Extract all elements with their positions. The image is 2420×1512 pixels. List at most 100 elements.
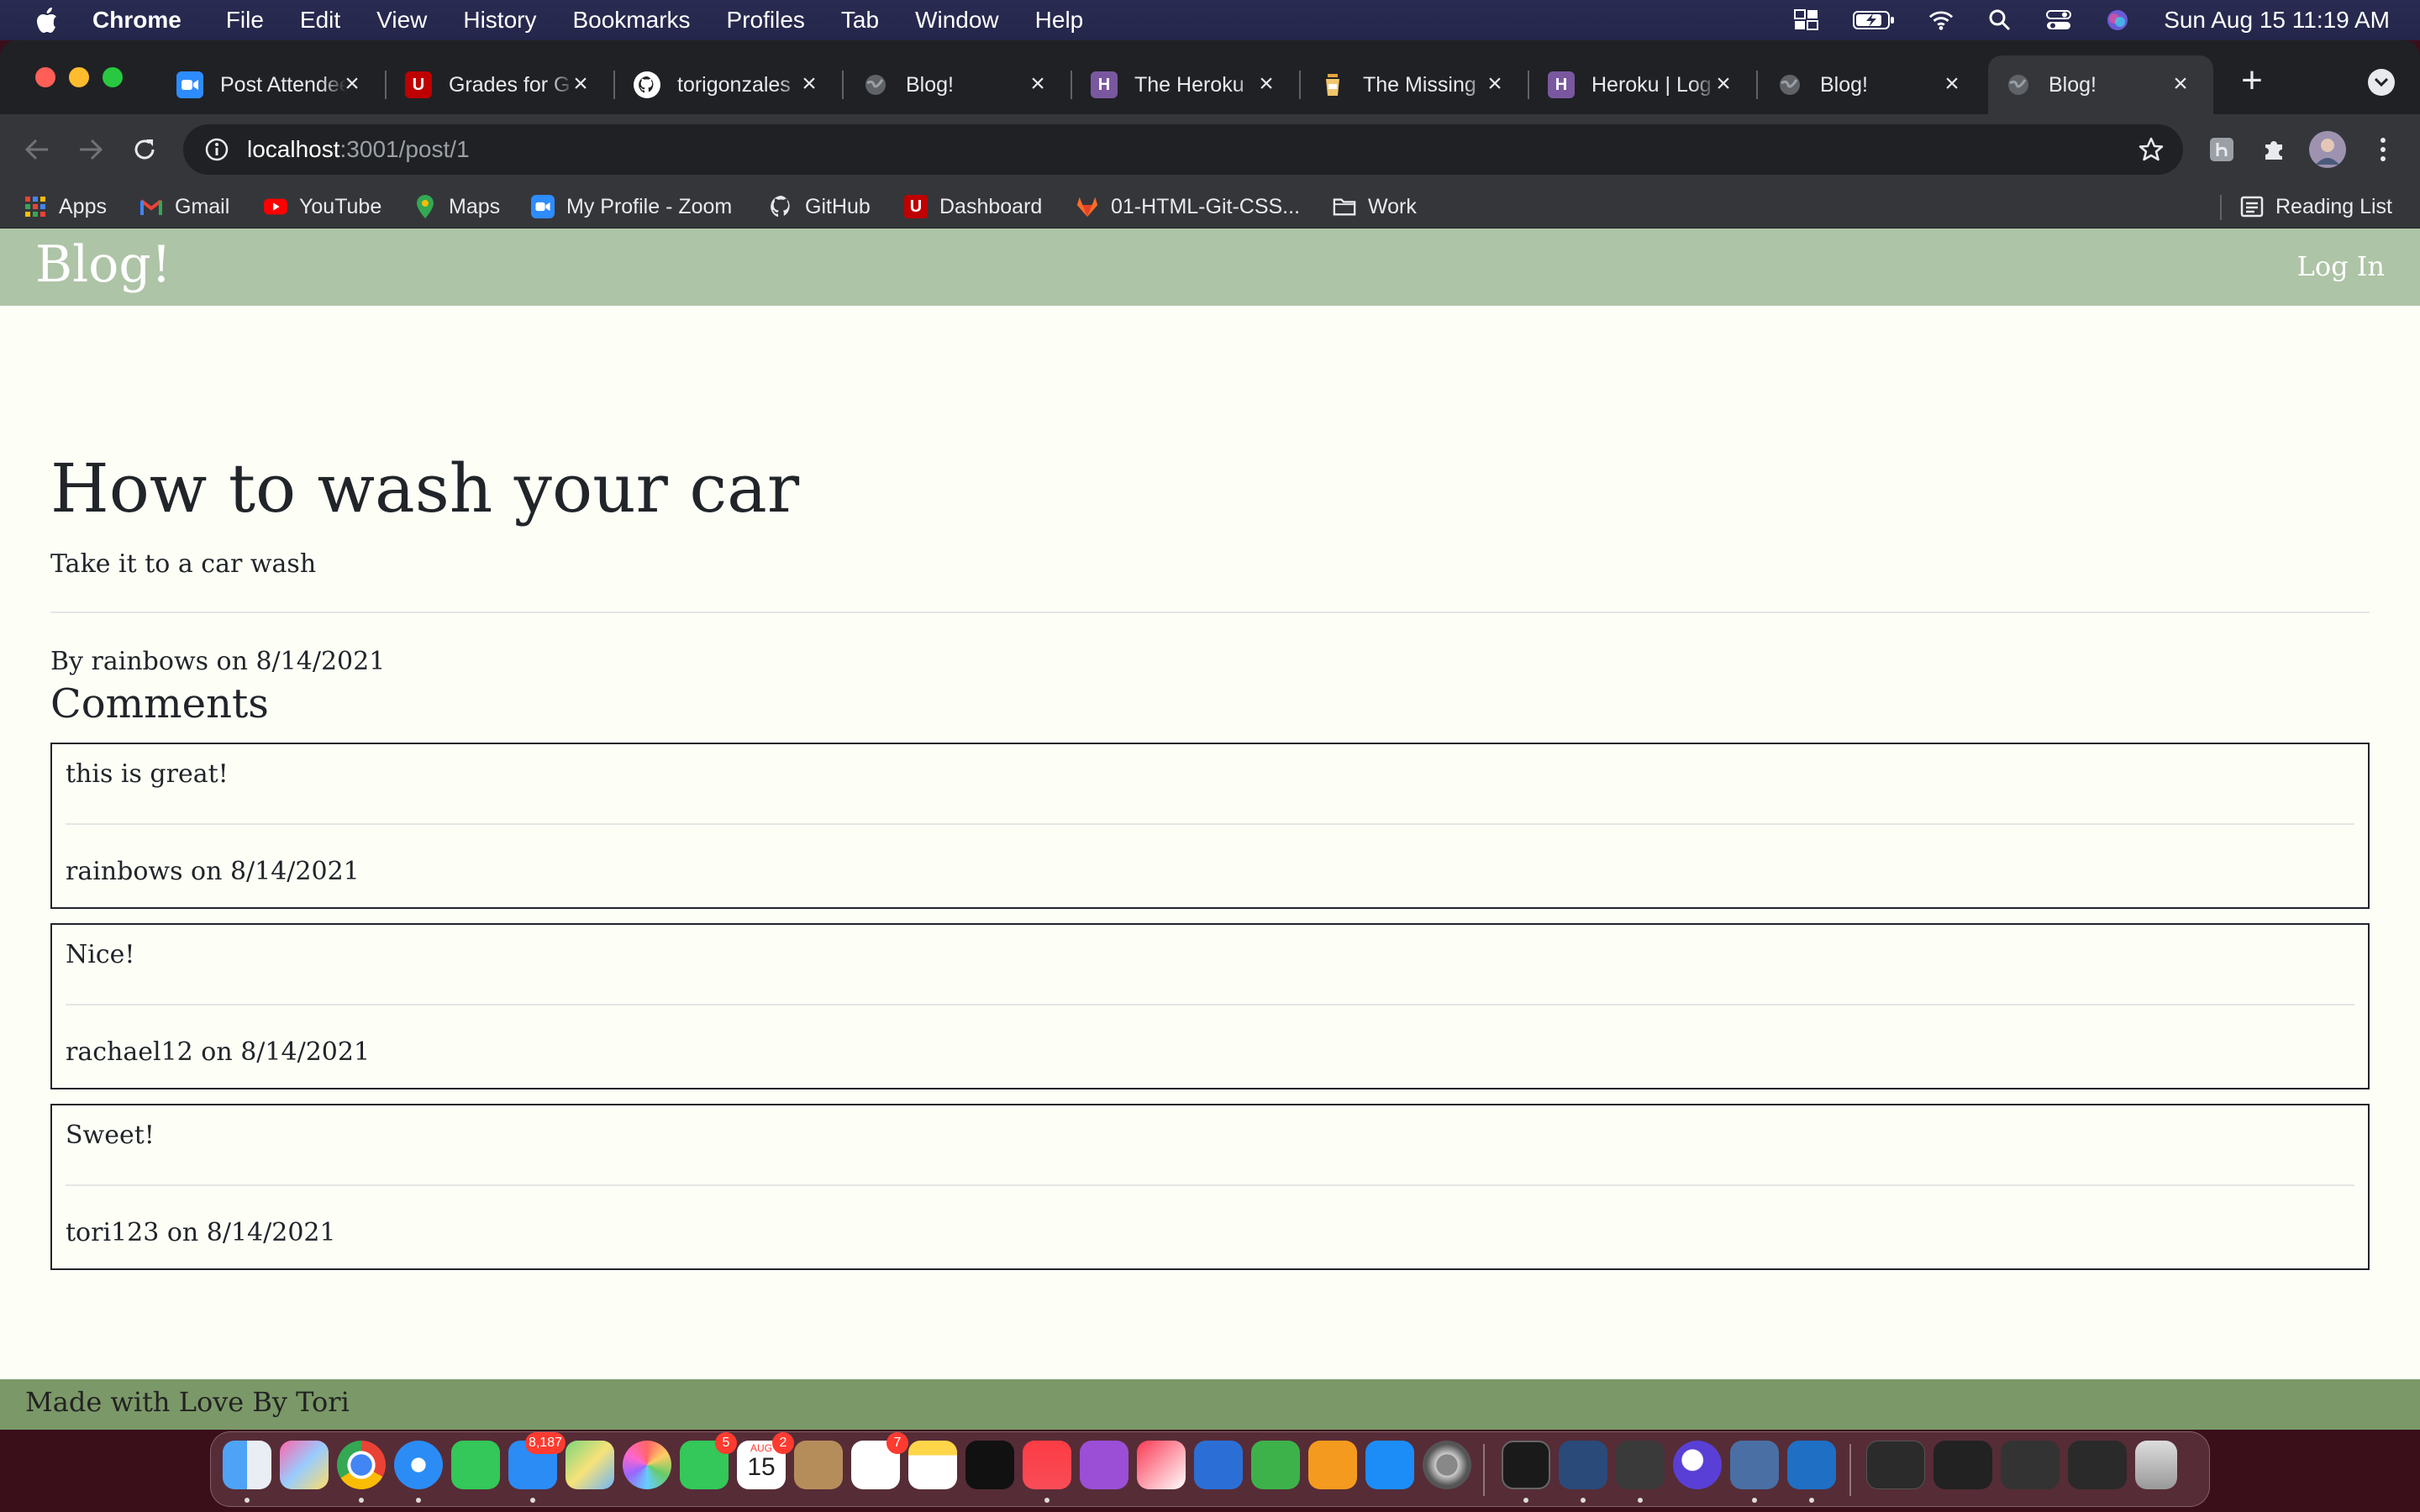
bookmark-folder-work[interactable]: Work: [1333, 192, 1417, 222]
menu-help[interactable]: Help: [1035, 7, 1084, 34]
tab-heroku[interactable]: H The Heroku ×: [1074, 55, 1301, 114]
reading-list-icon: [2240, 195, 2264, 218]
photos-icon[interactable]: [623, 1441, 671, 1489]
menu-view[interactable]: View: [376, 7, 427, 34]
menu-chrome[interactable]: Chrome: [92, 7, 182, 34]
close-tab-icon[interactable]: ×: [1484, 71, 1506, 97]
eclipse-icon[interactable]: [1673, 1441, 1722, 1489]
numbers-icon[interactable]: [1251, 1441, 1300, 1489]
notes-icon[interactable]: [908, 1441, 957, 1489]
minimized-window-thumbnail[interactable]: [2068, 1441, 2127, 1489]
mysql-workbench-icon[interactable]: [1559, 1441, 1607, 1489]
window-minimize-button[interactable]: [69, 67, 89, 87]
site-brand-link[interactable]: Blog!: [35, 235, 171, 294]
siri-icon[interactable]: [2105, 8, 2130, 32]
forward-arrow-icon[interactable]: [72, 131, 109, 168]
menu-history[interactable]: History: [463, 7, 536, 34]
safari-icon[interactable]: [394, 1441, 443, 1489]
profile-avatar[interactable]: [2309, 131, 2346, 168]
tab-post-attendee[interactable]: Post Attendee ×: [160, 55, 387, 114]
chrome-icon[interactable]: [337, 1441, 386, 1489]
news-icon[interactable]: [1137, 1441, 1186, 1489]
minimized-window-thumbnail[interactable]: [1933, 1441, 1992, 1489]
close-tab-icon[interactable]: ×: [570, 71, 592, 97]
postman-icon[interactable]: [1616, 1441, 1665, 1489]
app-store-icon[interactable]: [1365, 1441, 1414, 1489]
bookmark-star-icon[interactable]: [2138, 136, 2165, 163]
finder-icon[interactable]: [223, 1441, 271, 1489]
zoom-icon: [176, 71, 203, 98]
menu-profiles[interactable]: Profiles: [727, 7, 805, 34]
calendar-icon[interactable]: 15 2 AUG: [737, 1432, 794, 1489]
facetime-icon[interactable]: 5: [680, 1432, 737, 1489]
tab-heroku-login[interactable]: H Heroku | Log ×: [1531, 55, 1758, 114]
bookmark-youtube[interactable]: YouTube: [264, 192, 381, 222]
bookmark-gitlab[interactable]: 01-HTML-Git-CSS...: [1076, 192, 1300, 222]
messages-icon[interactable]: [451, 1441, 500, 1489]
music-icon[interactable]: [1023, 1441, 1071, 1489]
system-preferences-icon[interactable]: [1423, 1441, 1471, 1489]
menu-edit[interactable]: Edit: [300, 7, 340, 34]
new-tab-button[interactable]: +: [2235, 62, 2269, 99]
bookmark-maps[interactable]: Maps: [413, 192, 500, 222]
tab-blog-active[interactable]: Blog! ×: [1988, 55, 2213, 114]
control-center-icon[interactable]: [2046, 8, 2072, 32]
apple-tv-icon[interactable]: [965, 1441, 1014, 1489]
mail-icon[interactable]: 8,187: [508, 1432, 566, 1489]
tab-grades[interactable]: U Grades for G ×: [388, 55, 615, 114]
close-tab-icon[interactable]: ×: [798, 71, 820, 97]
back-arrow-icon[interactable]: [18, 131, 55, 168]
bookmark-github[interactable]: GitHub: [770, 192, 871, 222]
battery-icon[interactable]: [1853, 8, 1895, 32]
address-bar[interactable]: localhost:3001/post/1: [183, 124, 2183, 175]
podcasts-icon[interactable]: [1080, 1441, 1128, 1489]
spotlight-search-icon[interactable]: [1987, 8, 2012, 32]
menu-bar-clock[interactable]: Sun Aug 15 11:19 AM: [2164, 7, 2390, 34]
window-zoom-button[interactable]: [103, 67, 123, 87]
mission-control-icon[interactable]: [1794, 8, 1819, 32]
menu-file[interactable]: File: [226, 7, 264, 34]
launchpad-icon[interactable]: [280, 1441, 329, 1489]
menu-bookmarks[interactable]: Bookmarks: [572, 7, 690, 34]
tab-github-torigonzales[interactable]: torigonzales ×: [617, 55, 844, 114]
apple-menu-icon[interactable]: [34, 6, 59, 34]
bookmark-dashboard[interactable]: U Dashboard: [904, 192, 1042, 222]
pages-icon[interactable]: [1308, 1441, 1357, 1489]
contacts-icon[interactable]: [794, 1441, 843, 1489]
vscode-icon[interactable]: [1787, 1441, 1836, 1489]
tab-missing-semester[interactable]: The Missing ×: [1302, 55, 1529, 114]
bookmark-gmail[interactable]: Gmail: [139, 192, 229, 222]
login-link[interactable]: Log In: [2297, 250, 2385, 282]
terminal-icon[interactable]: [1502, 1441, 1550, 1489]
minimized-window-thumbnail[interactable]: [2001, 1441, 2060, 1489]
bookmark-zoom-profile[interactable]: My Profile - Zoom: [531, 192, 732, 222]
close-tab-icon[interactable]: ×: [1027, 71, 1049, 97]
minimized-window-thumbnail[interactable]: [1866, 1441, 1925, 1489]
menu-tab[interactable]: Tab: [841, 7, 879, 34]
menu-window[interactable]: Window: [915, 7, 999, 34]
screen-sharing-icon[interactable]: [1730, 1441, 1779, 1489]
tab-blog[interactable]: Blog! ×: [845, 55, 1072, 114]
tab-blog-2[interactable]: Blog! ×: [1760, 55, 1985, 114]
reading-list-button[interactable]: Reading List: [2240, 192, 2392, 222]
chrome-menu-icon[interactable]: [2365, 131, 2402, 168]
extensions-puzzle-icon[interactable]: [2255, 131, 2292, 168]
maps-app-icon[interactable]: [566, 1441, 614, 1489]
window-close-button[interactable]: [35, 67, 55, 87]
close-tab-icon[interactable]: ×: [1712, 71, 1734, 97]
utah-u-icon: U: [405, 71, 432, 98]
tab-search-icon[interactable]: [2368, 69, 2395, 96]
tab-separator: [842, 71, 844, 99]
close-tab-icon[interactable]: ×: [2170, 71, 2191, 97]
heroku-extension-icon[interactable]: [2203, 131, 2240, 168]
site-info-icon[interactable]: [205, 138, 229, 161]
trash-icon[interactable]: [2135, 1441, 2177, 1489]
reload-icon[interactable]: [126, 131, 163, 168]
close-tab-icon[interactable]: ×: [1255, 71, 1277, 97]
wifi-icon[interactable]: [1928, 8, 1954, 32]
bookmark-apps[interactable]: Apps: [24, 192, 107, 222]
close-tab-icon[interactable]: ×: [1941, 71, 1963, 97]
reminders-icon[interactable]: 7: [851, 1432, 908, 1489]
close-tab-icon[interactable]: ×: [341, 71, 363, 97]
keynote-icon[interactable]: [1194, 1441, 1243, 1489]
